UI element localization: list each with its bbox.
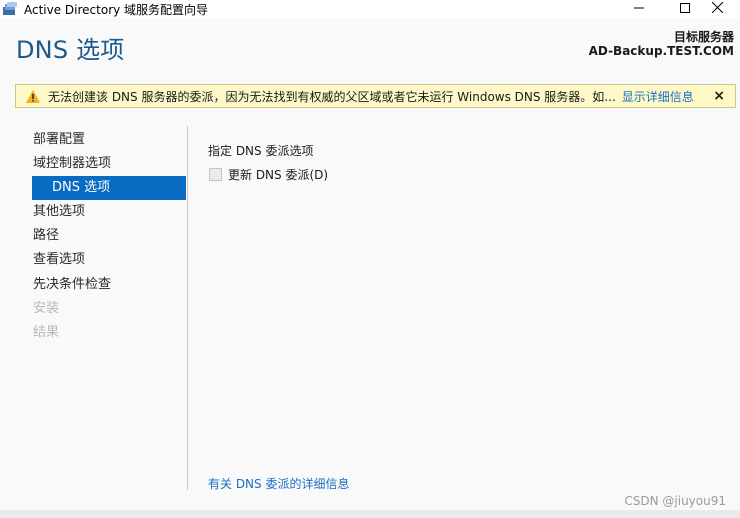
server-wizard-icon [2,2,18,16]
minimize-icon [634,2,644,16]
nav-item-deployment-config[interactable]: 部署配置 [33,128,85,152]
nav-item-prerequisites-check[interactable]: 先决条件检查 [33,273,111,297]
close-button[interactable] [694,0,740,18]
close-icon [711,1,723,16]
nav-item-installation: 安装 [33,301,60,316]
nav-item-dc-options[interactable]: 域控制器选项 [33,152,111,176]
nav-item-paths[interactable]: 路径 [33,224,59,248]
minimize-button[interactable] [616,0,662,18]
target-server-name: AD-Backup.TEST.COM [588,44,734,58]
warning-bar: 无法创建该 DNS 服务器的委派，因为无法找到有权威的父区域或者它未运行 Win… [15,84,736,108]
nav-divider [187,126,188,490]
warning-triangle-icon [26,89,40,103]
bottom-strip [0,510,740,518]
title-bar: Active Directory 域服务配置向导 [0,0,740,18]
warning-message: 无法创建该 DNS 服务器的委派，因为无法找到有权威的父区域或者它未运行 Win… [48,89,616,104]
update-dns-delegation-row: 更新 DNS 委派(D) [209,166,328,183]
page-title: DNS 选项 [16,36,125,64]
show-details-link[interactable]: 显示详细信息 [622,88,694,105]
update-dns-delegation-label: 更新 DNS 委派(D) [228,168,329,182]
wizard-nav: 部署配置 域控制器选项 DNS 选项 其他选项 路径 查看选项 先决条件检查 安… [0,126,188,490]
window-title: Active Directory 域服务配置向导 [24,3,209,17]
dns-delegation-section-label: 指定 DNS 委派选项 [208,144,314,158]
nav-item-review-options[interactable]: 查看选项 [33,248,85,272]
nav-item-additional-options[interactable]: 其他选项 [33,200,85,224]
nav-item-results: 结果 [33,325,60,340]
update-dns-delegation-checkbox [209,168,222,181]
nav-item-dns-options[interactable]: DNS 选项 [32,176,186,200]
target-server-label: 目标服务器 [673,30,734,44]
maximize-icon [680,2,690,16]
dns-delegation-info-link[interactable]: 有关 DNS 委派的详细信息 [208,475,349,492]
close-warning-icon[interactable]: × [713,88,725,104]
watermark: CSDN @jiuyou91 [624,494,726,508]
